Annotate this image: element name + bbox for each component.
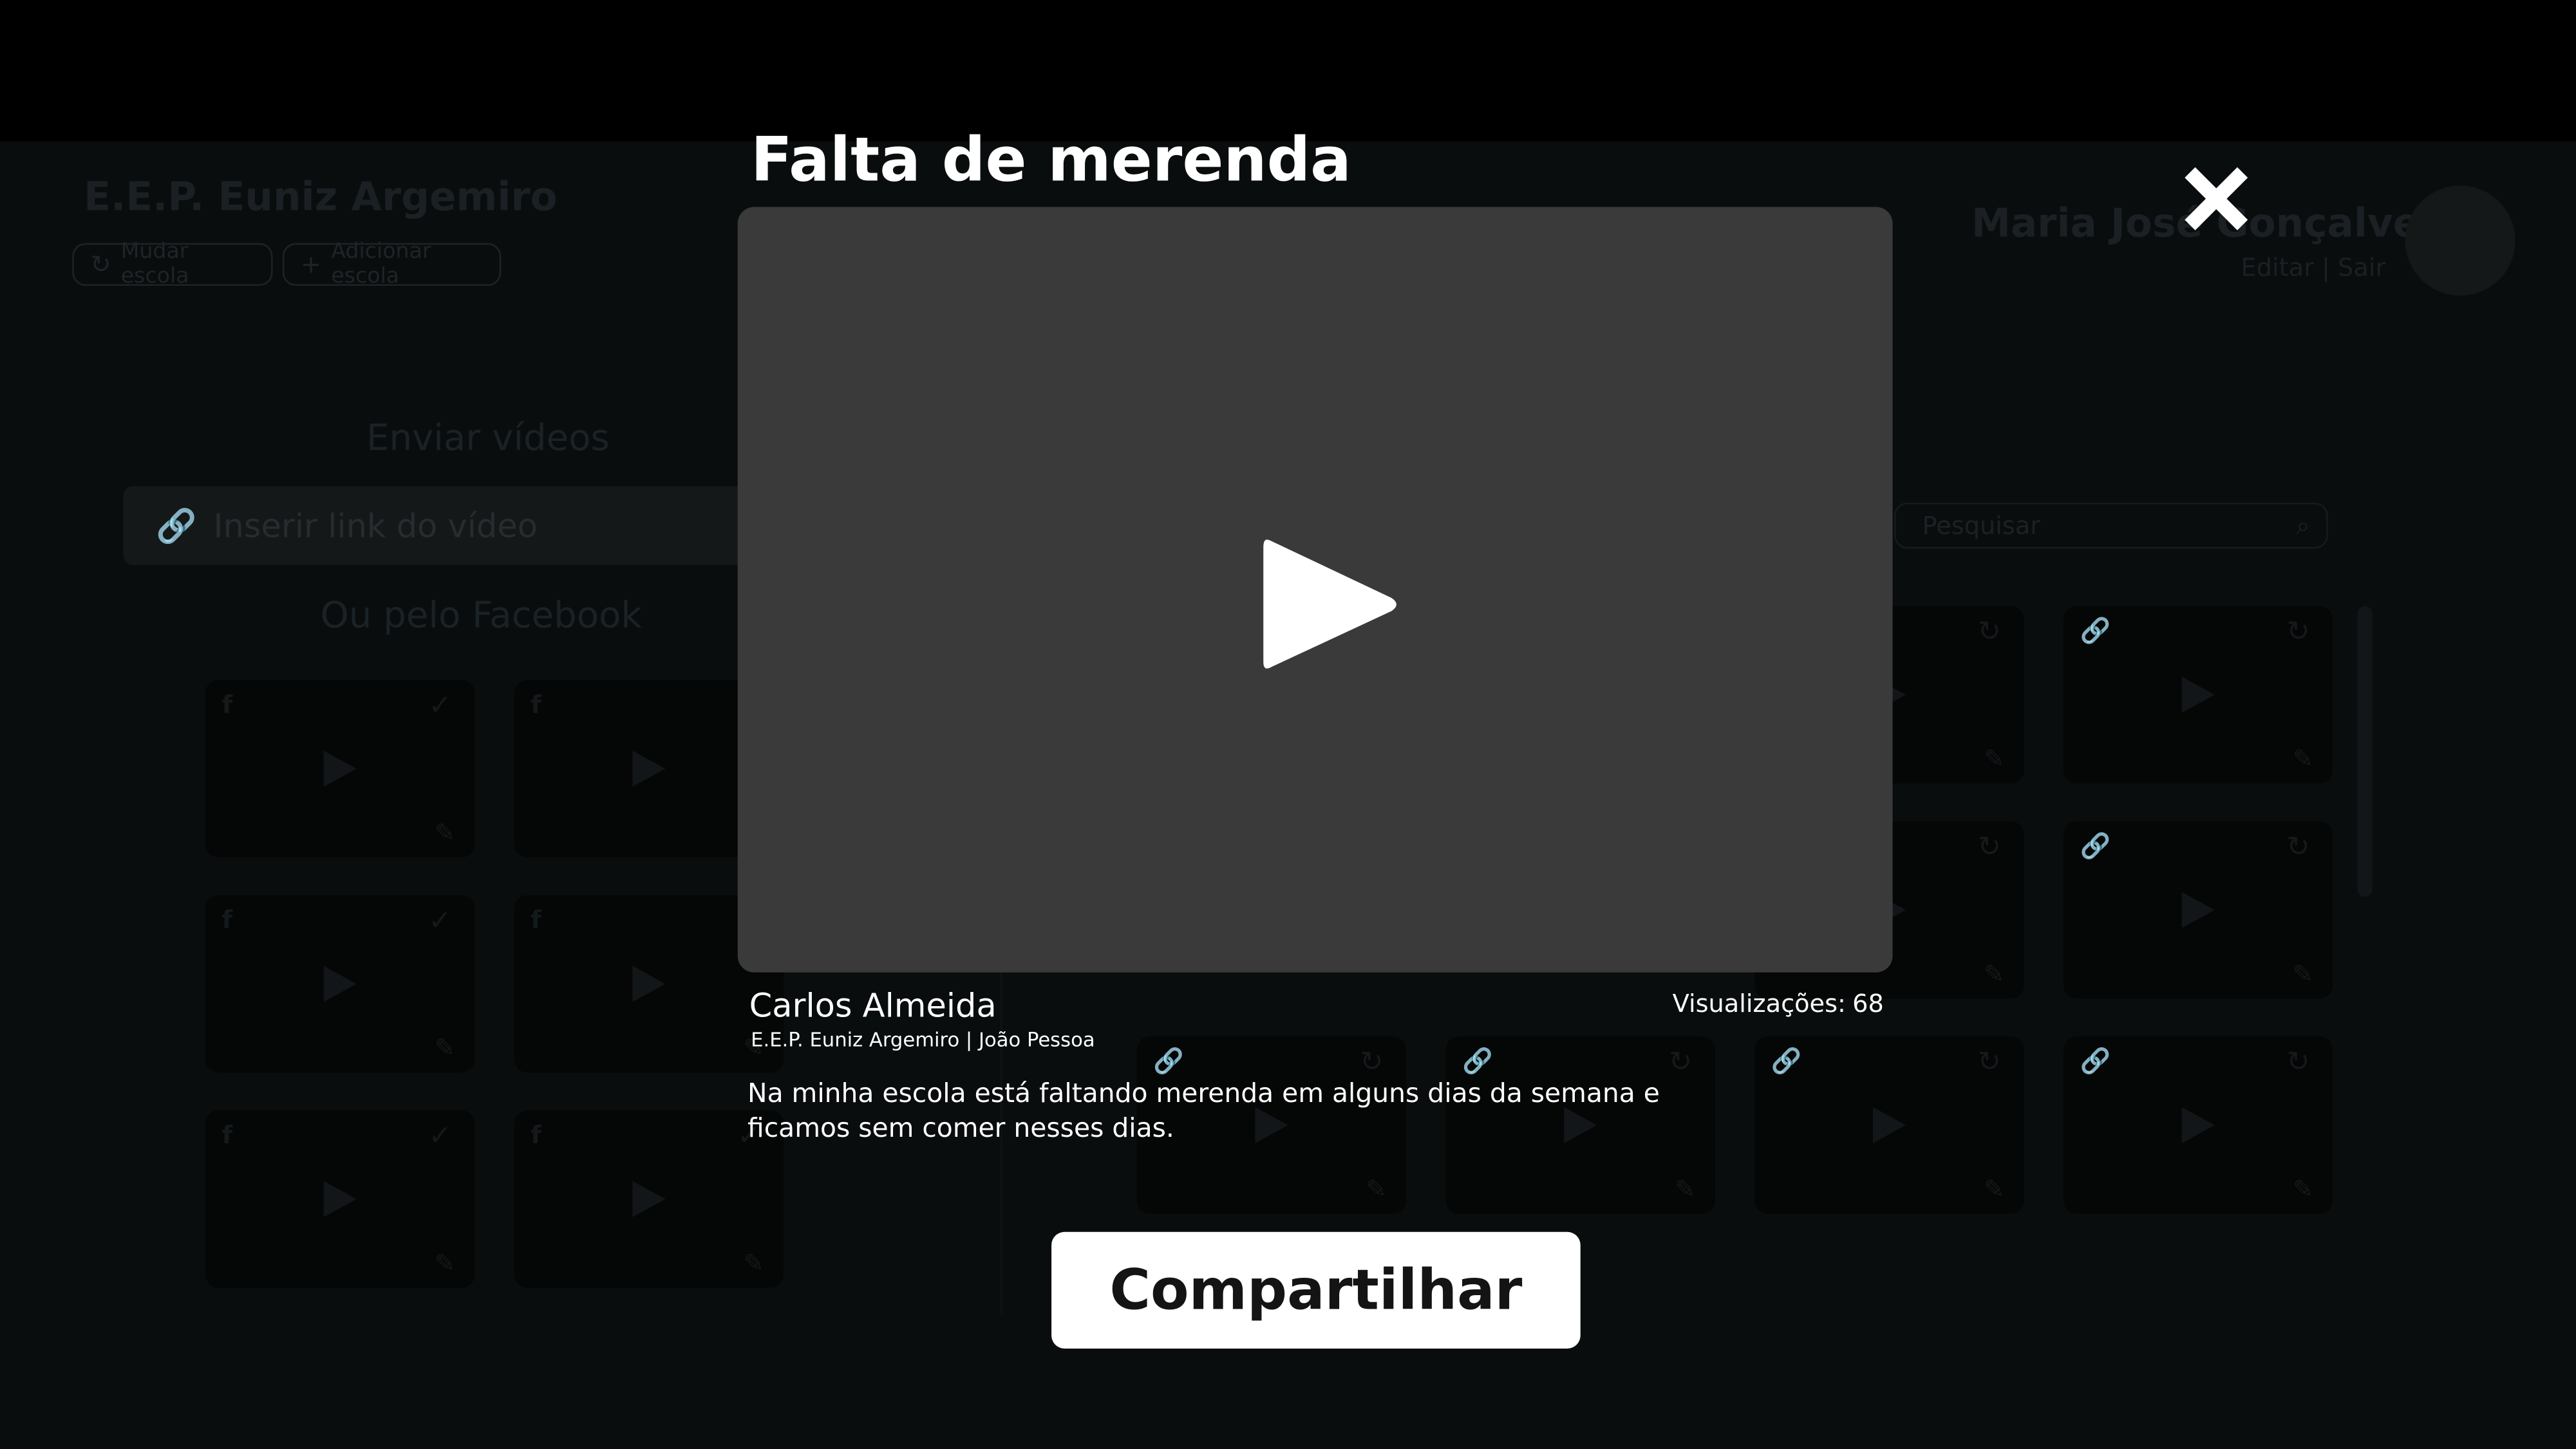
pencil-icon[interactable]: ✎ (1984, 959, 2004, 989)
views-number: 68 (1852, 989, 1884, 1019)
refresh-icon[interactable]: ↻ (2286, 1046, 2309, 1079)
pencil-icon[interactable]: ✎ (435, 1033, 455, 1063)
link-icon: 🔗 (2080, 615, 2111, 646)
pencil-icon[interactable]: ✎ (1366, 1174, 1387, 1204)
facebook-video-card[interactable]: f ✓ ✎ (205, 680, 475, 857)
add-school-button[interactable]: + Adicionar escola (282, 240, 502, 289)
link-icon: 🔗 (156, 505, 197, 546)
facebook-icon: f (531, 1120, 541, 1150)
facebook-title: Ou pelo Facebook (320, 596, 642, 638)
send-videos-title: Enviar vídeos (366, 418, 610, 460)
close-icon (2185, 167, 2248, 230)
play-icon[interactable] (632, 1181, 666, 1217)
link-icon: 🔗 (1771, 1046, 1802, 1076)
video-link-placeholder: Inserir link do vídeo (213, 505, 538, 546)
facebook-video-card[interactable]: f ✓ ✎ (205, 1110, 475, 1288)
play-icon[interactable] (1260, 534, 1401, 675)
play-icon[interactable] (323, 751, 357, 787)
facebook-icon: f (221, 1120, 233, 1150)
pencil-icon[interactable]: ✎ (435, 1248, 455, 1278)
change-school-label: Mudar escola (120, 239, 189, 290)
play-icon[interactable] (2181, 892, 2215, 928)
facebook-icon: f (531, 689, 541, 720)
play-icon[interactable] (323, 966, 357, 1002)
scrollbar[interactable] (2357, 606, 2373, 897)
play-icon[interactable] (632, 751, 666, 787)
screen: E.E.P. Euniz Argemiro ↻ Mudar escola + A… (0, 0, 2576, 1449)
search-input[interactable]: Pesquisar ⌕ (1894, 502, 2328, 549)
video-player[interactable] (737, 207, 1893, 973)
refresh-icon[interactable]: ↻ (1669, 1046, 1692, 1079)
close-button[interactable] (2175, 158, 2257, 240)
video-link-input[interactable]: 🔗 Inserir link do vídeo (123, 486, 764, 565)
video-author: Carlos Almeida (749, 986, 997, 1025)
play-icon[interactable] (2181, 1107, 2215, 1143)
play-icon[interactable] (2181, 677, 2215, 713)
views-label: Visualizações: (1672, 989, 1846, 1019)
pencil-icon[interactable]: ✎ (435, 818, 455, 848)
pencil-icon[interactable]: ✎ (2293, 959, 2313, 989)
search-icon[interactable]: ⌕ (2296, 511, 2309, 541)
check-icon[interactable]: ✓ (428, 1120, 451, 1153)
facebook-video-card[interactable]: f ✓ ✎ (205, 895, 475, 1073)
check-icon[interactable]: ✓ (428, 905, 451, 938)
plus-icon: + (300, 249, 322, 279)
refresh-icon[interactable]: ↻ (2286, 831, 2309, 864)
user-links[interactable]: Editar | Sair (2241, 253, 2386, 283)
refresh-icon[interactable]: ↻ (1978, 616, 2001, 649)
link-icon: 🔗 (1153, 1046, 1184, 1076)
avatar[interactable] (2405, 185, 2515, 296)
facebook-icon: f (221, 689, 233, 720)
search-placeholder: Pesquisar (1922, 510, 2041, 541)
pencil-icon[interactable]: ✎ (1675, 1174, 1695, 1204)
video-card[interactable]: 🔗 ↻ ✎ (1754, 1036, 2024, 1214)
add-school-label: Adicionar escola (331, 239, 431, 290)
pencil-icon[interactable]: ✎ (2293, 1174, 2313, 1204)
share-button[interactable]: Compartilhar (1051, 1231, 1581, 1349)
link-icon: 🔗 (2080, 831, 2111, 861)
pencil-icon[interactable]: ✎ (1984, 1174, 2004, 1204)
change-school-button[interactable]: ↻ Mudar escola (72, 240, 273, 289)
link-icon: 🔗 (1462, 1046, 1493, 1076)
pencil-icon[interactable]: ✎ (1984, 744, 2004, 774)
check-icon[interactable]: ✓ (428, 690, 451, 723)
refresh-icon[interactable]: ↻ (1360, 1046, 1383, 1079)
play-icon[interactable] (1872, 1107, 1906, 1143)
facebook-video-card[interactable]: f✓ ✎ (514, 1110, 784, 1288)
pencil-icon[interactable]: ✎ (2293, 744, 2313, 774)
view-count: Visualizações: 68 (1673, 989, 1884, 1018)
refresh-icon[interactable]: ↻ (1978, 1046, 2001, 1079)
facebook-icon: f (221, 904, 233, 935)
refresh-icon: ↻ (90, 249, 111, 279)
video-card[interactable]: 🔗 ↻ ✎ (2063, 606, 2333, 784)
facebook-icon: f (531, 904, 541, 935)
refresh-icon[interactable]: ↻ (2286, 616, 2309, 649)
play-icon[interactable] (632, 966, 666, 1002)
school-name: E.E.P. Euniz Argemiro (84, 174, 558, 220)
modal-title: Falta de merenda (751, 124, 1351, 196)
video-author-school: E.E.P. Euniz Argemiro | João Pessoa (751, 1028, 1095, 1052)
link-icon: 🔗 (2080, 1046, 2111, 1076)
play-icon[interactable] (323, 1181, 357, 1217)
refresh-icon[interactable]: ↻ (1978, 831, 2001, 864)
video-card[interactable]: 🔗 ↻ ✎ (2063, 1036, 2333, 1214)
video-card[interactable]: 🔗 ↻ ✎ (2063, 821, 2333, 999)
top-bar (0, 0, 2576, 142)
pencil-icon[interactable]: ✎ (743, 1248, 764, 1278)
video-description: Na minha escola está faltando merenda em… (747, 1077, 1660, 1143)
